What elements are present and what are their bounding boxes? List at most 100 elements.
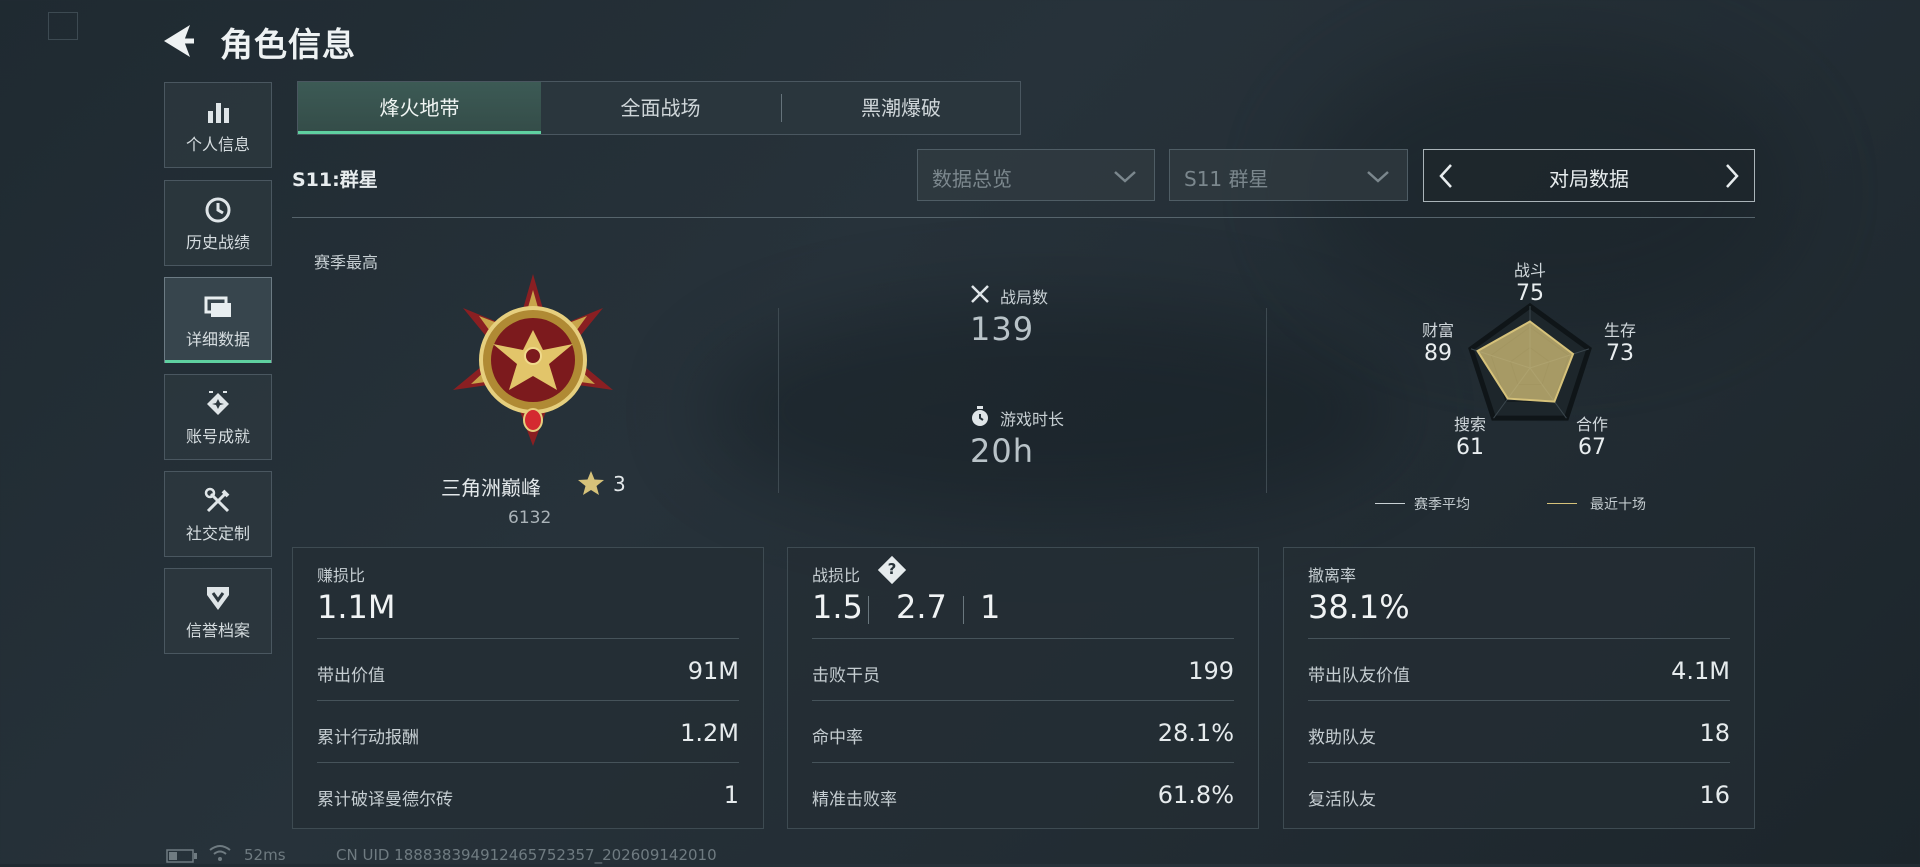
playtime-label: 游戏时长 [1000, 410, 1065, 429]
sidebar-item-label: 信誉档案 [185, 621, 250, 640]
rank-name: 三角洲巅峰 [441, 476, 541, 500]
stat-value: 18 [1699, 719, 1730, 747]
data-overview-dropdown[interactable]: 数据总览 [917, 149, 1155, 201]
tab-full-battlefield[interactable]: 全面战场 [541, 82, 780, 134]
stat-value: 16 [1699, 781, 1730, 809]
sidebar-item-label: 详细数据 [185, 330, 250, 349]
wifi-icon [208, 844, 232, 866]
divider [292, 217, 1755, 218]
chevron-right-icon[interactable] [1722, 162, 1742, 194]
legend-recent-ten: 最近十场 [1590, 497, 1646, 513]
radar-chart: 战斗75 生存73 合作67 搜索61 财富89 [1422, 261, 1636, 460]
stat-value: 199 [1188, 657, 1234, 685]
sidebar-item-history[interactable]: 历史战绩 [164, 180, 272, 266]
radar-axis-value: 61 [1456, 435, 1484, 460]
stat-row: 带出队友价值 4.1M [1308, 638, 1730, 701]
sidebar-item-label: 历史战绩 [185, 233, 250, 252]
matches-value: 139 [970, 310, 1035, 348]
page-title: 角色信息 [220, 25, 356, 64]
stat-row: 击败干员 199 [812, 638, 1234, 701]
extraction-card: 撤离率 38.1% 带出队友价值 4.1M 救助队友 18 复活队友 16 [1283, 547, 1755, 829]
season-dropdown[interactable]: S11 群星 [1169, 149, 1408, 201]
stat-label: 救助队友 [1308, 728, 1376, 748]
radar-axis-label: 战斗 [1514, 261, 1546, 280]
stat-value: 61.8% [1157, 781, 1234, 809]
season-label: S11:群星 [292, 169, 378, 191]
stat-label: 复活队友 [1308, 790, 1376, 810]
rank-score: 6132 [508, 508, 552, 528]
card-big-value: 1.5 [812, 588, 863, 626]
clock-icon [165, 195, 271, 225]
rank-stars: 3 [613, 472, 626, 496]
card-big-value: 1 [980, 588, 1001, 626]
section-divider [778, 308, 779, 493]
stat-value: 1.2M [680, 719, 739, 747]
dropdown-value: 数据总览 [932, 167, 1012, 191]
back-arrow-icon [164, 25, 194, 57]
stat-row: 命中率 28.1% [812, 700, 1234, 763]
stat-row: 复活队友 16 [1308, 762, 1730, 825]
sidebar-item-personal-info[interactable]: 个人信息 [164, 82, 272, 168]
dropdown-value: S11 群星 [1184, 167, 1269, 191]
shield-icon [165, 583, 271, 613]
profit-card: 赚损比 1.1M 带出价值 91M 累计行动报酬 1.2M 累计破译曼德尔砖 1 [292, 547, 764, 829]
battery-icon [166, 848, 198, 867]
card-title: 撤离率 [1308, 566, 1357, 585]
sidebar-item-detailed-data[interactable]: 详细数据 [164, 277, 272, 363]
star-icon [577, 470, 605, 500]
card-title: 赚损比 [317, 566, 366, 585]
sidebar-item-label: 账号成就 [185, 427, 250, 446]
pager-value: 对局数据 [1549, 167, 1629, 191]
legend-line-recent [1547, 503, 1577, 504]
stat-label: 精准击败率 [812, 790, 897, 810]
stat-label: 命中率 [812, 728, 863, 748]
radar-axis-value: 75 [1516, 281, 1544, 306]
sidebar-item-label: 个人信息 [185, 135, 250, 154]
stat-value: 1 [723, 781, 739, 809]
stat-value: 28.1% [1157, 719, 1234, 747]
radar-axis-label: 生存 [1604, 321, 1636, 340]
back-button[interactable] [160, 22, 202, 60]
legend-season-avg: 赛季平均 [1414, 497, 1470, 513]
radar-axis-value: 73 [1606, 341, 1634, 366]
radar-axis-label: 财富 [1422, 321, 1454, 340]
corner-mark [48, 12, 78, 40]
help-icon-glyph: ? [887, 560, 897, 578]
stat-row: 累计行动报酬 1.2M [317, 700, 739, 763]
chevron-down-icon [1112, 164, 1138, 192]
chevron-down-icon [1365, 164, 1391, 192]
tab-black-tide[interactable]: 黑潮爆破 [782, 82, 1020, 134]
ping-value: 52ms [244, 846, 286, 864]
playtime-value: 20h [970, 432, 1034, 470]
card-big-value: 38.1% [1308, 588, 1410, 626]
radar-axis-value: 89 [1424, 341, 1452, 366]
stat-label: 累计破译曼德尔砖 [317, 790, 453, 810]
card-big-value: 2.7 [896, 588, 947, 626]
data-type-pager: 对局数据 [1423, 149, 1755, 202]
achievement-icon [165, 389, 271, 419]
card-big-value: 1.1M [317, 588, 396, 626]
stat-value: 91M [687, 657, 739, 685]
value-divider [868, 596, 869, 624]
tab-hazard-zone[interactable]: 烽火地带 [298, 82, 541, 134]
radar-axis-value: 67 [1578, 435, 1606, 460]
season-best-label: 赛季最高 [314, 253, 379, 272]
user-uid: CN UID 188838394912465752357_20260914201… [336, 846, 717, 864]
stat-value: 4.1M [1671, 657, 1730, 685]
cards-icon [165, 292, 271, 322]
value-divider [963, 596, 964, 624]
stopwatch-icon [970, 406, 990, 432]
section-divider [1266, 308, 1267, 493]
crossed-swords-icon [970, 284, 990, 308]
tools-icon [165, 486, 271, 516]
stat-row: 精准击败率 61.8% [812, 762, 1234, 825]
kd-card: 战损比 ? 1.5 2.7 1 击败干员 199 命中率 28.1% 精准击败率 61… [787, 547, 1259, 829]
stat-label: 击败干员 [812, 666, 880, 686]
stat-row: 带出价值 91M [317, 638, 739, 701]
sidebar-item-achievements[interactable]: 账号成就 [164, 374, 272, 460]
stat-label: 累计行动报酬 [317, 728, 419, 748]
bar-chart-icon [165, 97, 271, 127]
sidebar-item-social[interactable]: 社交定制 [164, 471, 272, 557]
sidebar-item-reputation[interactable]: 信誉档案 [164, 568, 272, 654]
stat-row: 救助队友 18 [1308, 700, 1730, 763]
